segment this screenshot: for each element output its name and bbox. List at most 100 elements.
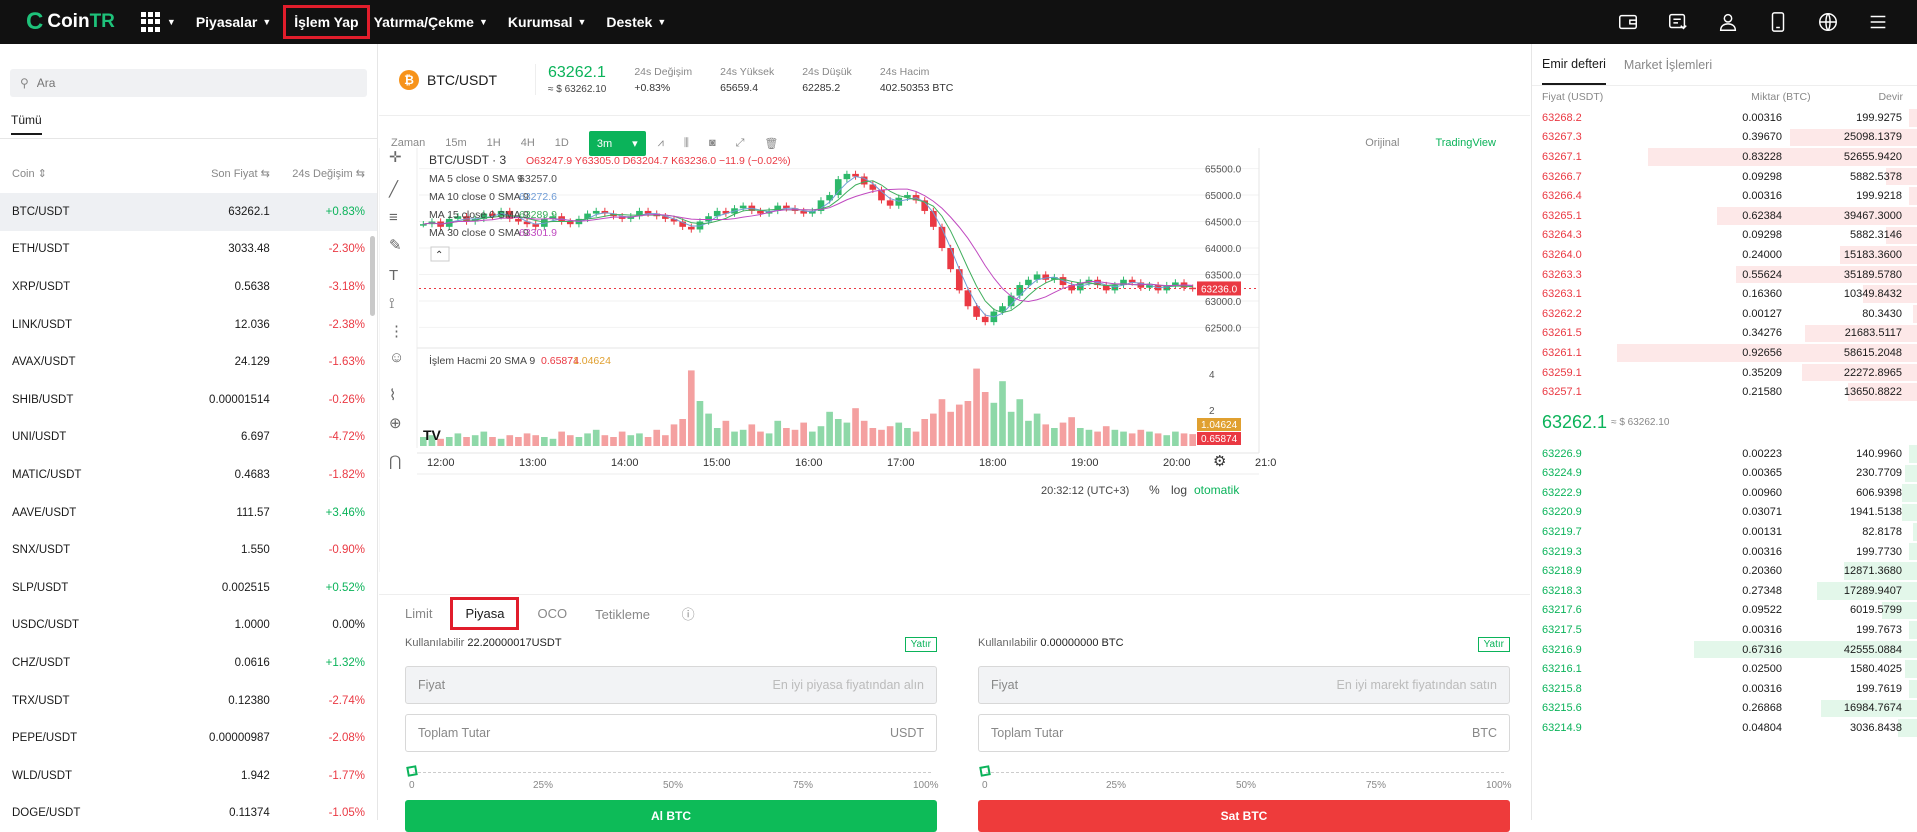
tab-piyasa[interactable]: Piyasa — [450, 597, 519, 630]
coin-row[interactable]: SLP/USDT0.002515+0.52% — [0, 569, 377, 607]
orderbook-row[interactable]: 63214.90.048043036.8438 — [1532, 718, 1917, 738]
nav-piyasalar[interactable]: Piyasalar▼ — [196, 14, 271, 30]
orderbook-row[interactable]: 63267.10.8322852655.9420 — [1532, 147, 1917, 167]
coin-row[interactable]: AAVE/USDT111.57+3.46% — [0, 494, 377, 532]
ob-price: 63215.6 — [1542, 702, 1632, 714]
orderbook-row[interactable]: 63266.70.092985882.5378 — [1532, 167, 1917, 187]
tab-oco[interactable]: OCO — [537, 606, 567, 621]
coin-row[interactable]: USDC/USDT1.00000.00% — [0, 607, 377, 645]
orderbook-row[interactable]: 63261.10.9265658615.2048 — [1532, 343, 1917, 363]
coin-row[interactable]: PEPE/USDT0.00000987-2.08% — [0, 719, 377, 757]
stat-change: +0.83% — [634, 82, 692, 94]
tab-limit[interactable]: Limit — [405, 606, 432, 621]
orderbook-row[interactable]: 63224.90.00365230.7709 — [1532, 464, 1917, 484]
orderbook-row[interactable]: 63266.40.00316199.9218 — [1532, 186, 1917, 206]
total-amount-input[interactable]: Toplam TutarBTC — [978, 714, 1510, 752]
orderbook-row[interactable]: 63217.60.095226019.5799 — [1532, 601, 1917, 621]
orderbook-row[interactable]: 63259.10.3520922272.8965 — [1532, 363, 1917, 383]
menu-icon[interactable] — [1867, 11, 1889, 33]
ob-price: 63261.1 — [1542, 347, 1632, 359]
coin-row[interactable]: LINK/USDT12.036-2.38% — [0, 306, 377, 344]
x-tick-label: 21:0 — [1255, 457, 1276, 469]
deposit-button[interactable]: Yatır — [905, 637, 937, 652]
coin-row[interactable]: CHZ/USDT0.0616+1.32% — [0, 644, 377, 682]
slider-handle[interactable] — [979, 765, 991, 777]
nav-kurumsal[interactable]: Kurumsal▼ — [508, 14, 587, 30]
col-price[interactable]: Son Fiyat ⇆ — [171, 167, 270, 180]
orderbook-row[interactable]: 63263.30.5562435189.5780 — [1532, 265, 1917, 285]
help-icon[interactable]: ⓘ — [682, 607, 695, 622]
ob-amount: 0.27348 — [1632, 585, 1782, 597]
orderbook-row[interactable]: 63264.00.2400015183.3600 — [1532, 245, 1917, 265]
scrollbar[interactable] — [370, 236, 375, 316]
logo[interactable]: CCoinTR — [26, 8, 115, 36]
coin-pair: PEPE/USDT — [12, 732, 171, 744]
orderbook-row[interactable]: 63215.60.2686816984.7674 — [1532, 699, 1917, 719]
btc-icon: ₿ — [399, 70, 419, 90]
orderbook-row[interactable]: 63264.30.092985882.3146 — [1532, 226, 1917, 246]
orderbook-row[interactable]: 63215.80.00316199.7619 — [1532, 679, 1917, 699]
orderbook-row[interactable]: 63268.20.00316199.9275 — [1532, 108, 1917, 128]
ob-amount: 0.20360 — [1632, 565, 1782, 577]
price-chart[interactable]: ✛╱≡✎T⟟⋮☺⌇⊕⋂65500.065000.064500.064000.06… — [379, 148, 1530, 572]
orderbook-row[interactable]: 63220.90.030711941.5138 — [1532, 503, 1917, 523]
col-coin[interactable]: Coin ⇕ — [12, 167, 171, 180]
coin-row[interactable]: SNX/USDT1.550-0.90% — [0, 531, 377, 569]
orderbook-row[interactable]: 63219.70.0013182.8178 — [1532, 522, 1917, 542]
chevron-down-icon[interactable]: ▼ — [167, 17, 176, 27]
orderbook-row[interactable]: 63261.50.3427621683.5117 — [1532, 324, 1917, 344]
coin-row[interactable]: UNI/USDT6.697-4.72% — [0, 419, 377, 457]
orderbook-row[interactable]: 63265.10.6238439467.3000 — [1532, 206, 1917, 226]
coin-row[interactable]: XRP/USDT0.5638-3.18% — [0, 268, 377, 306]
orderbook-row[interactable]: 63216.10.025001580.4025 — [1532, 659, 1917, 679]
amount-slider[interactable]: 025%50%75%100% — [405, 766, 937, 794]
orderbook-row[interactable]: 63267.30.3967025098.1379 — [1532, 128, 1917, 148]
deposit-button[interactable]: Yatır — [1478, 637, 1510, 652]
tab-tetikleme[interactable]: Tetikleme ⓘ — [595, 604, 723, 623]
ob-price: 63267.1 — [1542, 151, 1632, 163]
buy-btc-button[interactable]: Al BTC — [405, 800, 937, 832]
tab-emir-defteri[interactable]: Emir defteri — [1542, 45, 1606, 85]
orderbook-row[interactable]: 63222.90.00960606.9398 — [1532, 483, 1917, 503]
globe-icon[interactable] — [1817, 11, 1839, 33]
coin-row[interactable]: MATIC/USDT0.4683-1.82% — [0, 456, 377, 494]
wallet-icon[interactable] — [1617, 11, 1639, 33]
coin-row[interactable]: ETH/USDT3033.48-2.30% — [0, 231, 377, 269]
orderbook-row[interactable]: 63219.30.00316199.7730 — [1532, 542, 1917, 562]
slider-handle[interactable] — [406, 765, 418, 777]
search-input[interactable] — [37, 76, 337, 90]
ob-amount: 0.00223 — [1632, 448, 1782, 460]
tab-market-islemleri[interactable]: Market İşlemleri — [1624, 46, 1712, 84]
amount-slider[interactable]: 025%50%75%100% — [978, 766, 1510, 794]
tab-tumu[interactable]: Tümü — [11, 113, 42, 135]
nav-islem-yap[interactable]: İşlem Yap — [283, 5, 369, 39]
sell-btc-button[interactable]: Sat BTC — [978, 800, 1510, 832]
orderbook-row[interactable]: 63257.10.2158013650.8822 — [1532, 382, 1917, 402]
orderbook-row[interactable]: 63216.90.6731642555.0884 — [1532, 640, 1917, 660]
orderbook-row[interactable]: 63263.10.1636010349.8432 — [1532, 284, 1917, 304]
orderbook-row[interactable]: 63217.50.00316199.7673 — [1532, 620, 1917, 640]
coin-row[interactable]: DOGE/USDT0.11374-1.05% — [0, 795, 377, 821]
coin-row[interactable]: TRX/USDT0.12380-2.74% — [0, 682, 377, 720]
total-amount-input[interactable]: Toplam TutarUSDT — [405, 714, 937, 752]
transfer-icon[interactable] — [1667, 11, 1689, 33]
coin-row[interactable]: BTC/USDT63262.1+0.83% — [0, 193, 377, 231]
apps-grid-icon[interactable] — [141, 12, 161, 32]
col-change[interactable]: 24s Değişim ⇆ — [270, 167, 365, 180]
nav-yatirma-cekme[interactable]: Yatırma/Çekme▼ — [374, 14, 488, 30]
pair-name[interactable]: BTC/USDT — [427, 72, 497, 88]
coin-row[interactable]: SHIB/USDT0.00001514-0.26% — [0, 381, 377, 419]
search-box[interactable]: ⚲ — [10, 69, 367, 97]
coin-row[interactable]: WLD/USDT1.942-1.77% — [0, 757, 377, 795]
orderbook-row[interactable]: 63218.90.2036012871.3680 — [1532, 561, 1917, 581]
orderbook-row[interactable]: 63226.90.00223140.9960 — [1532, 444, 1917, 464]
orderbook-row[interactable]: 63262.20.0012780.3430 — [1532, 304, 1917, 324]
volume-bar — [576, 437, 583, 446]
coin-row[interactable]: AVAX/USDT24.129-1.63% — [0, 343, 377, 381]
nav-destek[interactable]: Destek▼ — [606, 14, 666, 30]
user-icon[interactable] — [1717, 11, 1739, 33]
orderbook-row[interactable]: 63218.30.2734817289.9407 — [1532, 581, 1917, 601]
coin-price: 0.00000987 — [171, 732, 270, 744]
ob-total: 82.8178 — [1782, 526, 1902, 538]
mobile-icon[interactable] — [1767, 11, 1789, 33]
